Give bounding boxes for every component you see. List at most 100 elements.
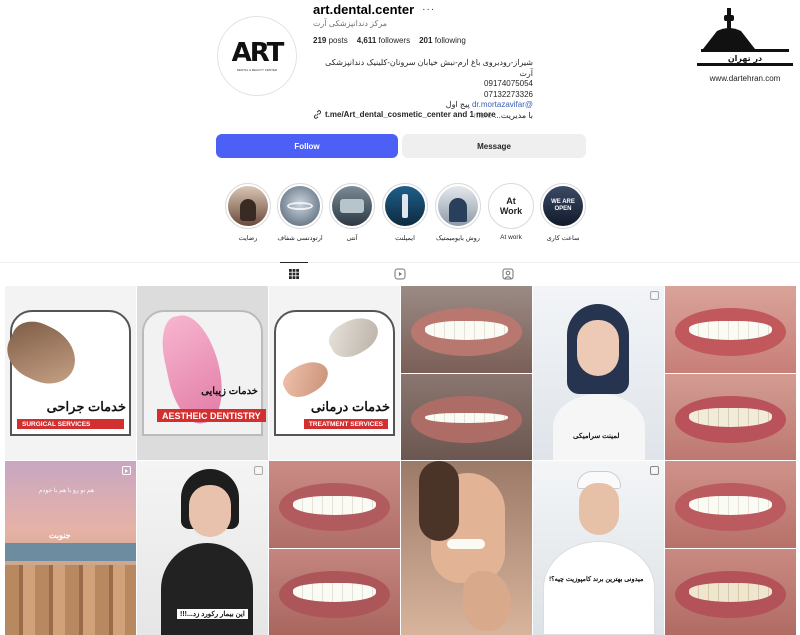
profile-category: مرکز دندانپزشکی آرت (313, 19, 388, 28)
teeth-image (447, 539, 485, 549)
site-watermark: در تهران www.dartehran.com (697, 5, 793, 83)
tab-reels[interactable] (394, 267, 408, 281)
post-smile-before-after[interactable] (401, 286, 532, 460)
profile-username: art.dental.center (313, 2, 415, 17)
highlight-label: At work (500, 234, 522, 241)
smile-photo-bottom (269, 548, 400, 635)
post-service-bar: SURGICAL SERVICES (17, 419, 124, 429)
hand-image (463, 571, 511, 631)
reel-icon (650, 291, 659, 300)
post-composite-brand[interactable]: میدونی بهترین برند کامپوزیت چیه؟! (533, 461, 664, 635)
equipment-image (340, 199, 364, 213)
ellipsis-icon[interactable]: ··· (422, 4, 435, 15)
highlight-label: آنتی (346, 235, 358, 242)
highlight-satisfaction[interactable]: رضایت (221, 183, 275, 242)
message-button[interactable]: Message (402, 134, 586, 158)
profile-link-text[interactable]: t.me/Art_dental_cosmetic_center and 1 mo… (325, 110, 496, 119)
profile-stats: 219 posts 4,611 followers 201 following (313, 36, 466, 45)
sea-image (5, 543, 136, 561)
watermark-logo-text: در تهران (728, 54, 762, 63)
post-treatment-services[interactable]: خدمات درمانی TREATMENT SERVICES (269, 286, 400, 460)
highlight-working-hours[interactable]: WE ARE OPEN ساعت کاری (536, 183, 590, 242)
profile-avatar[interactable]: ART DENTAL & BEAUTY CENTER (217, 16, 297, 96)
post-caption: لمینت سرامیکی (573, 433, 620, 440)
profile-link[interactable]: t.me/Art_dental_cosmetic_center and 1 mo… (313, 110, 496, 119)
posts-stat: 219 posts (313, 36, 348, 45)
bio-mention-link[interactable]: dr.mortazavifar@ (472, 100, 533, 109)
avatar-logo-mark: ART (231, 38, 285, 68)
highlight-label: ارتودنسی شفاف (277, 235, 323, 242)
bio-phone-1: 09174075054 (484, 79, 533, 88)
highlight-clear-aligners[interactable]: ارتودنسی شفاف (273, 183, 327, 242)
follow-button[interactable]: Follow (216, 134, 398, 158)
tab-tagged[interactable] (502, 267, 516, 281)
bio-management: ...با مدیریت (494, 110, 533, 120)
followers-stat[interactable]: 4,611 followers (357, 36, 410, 45)
post-service-bar: TREATMENT SERVICES (303, 419, 388, 429)
post-smile-comparison[interactable] (269, 461, 400, 635)
reel-icon (122, 466, 131, 475)
person-face (577, 320, 619, 376)
highlight-anti[interactable]: آنتی (325, 183, 379, 242)
person-coat (553, 394, 645, 460)
post-top-text: هم تو رو با هم با خودم (39, 488, 95, 494)
post-title: خدمات زیبایی (201, 386, 258, 397)
reel-icon (254, 466, 263, 475)
aligner-image (287, 202, 313, 210)
highlight-label: ایمپلنت (395, 235, 415, 242)
highlight-label: روش بایومیمتیک (436, 235, 480, 242)
active-tab-indicator (280, 262, 308, 263)
smile-photo-bottom (401, 373, 532, 460)
post-service-bar: AESTHEIC DENTISTRY (157, 409, 266, 422)
post-smile-closeup[interactable] (665, 286, 796, 460)
highlight-at-work[interactable]: At Work At work (484, 183, 538, 241)
username-row: art.dental.center ··· (313, 2, 435, 17)
smile-photo-top (665, 461, 796, 548)
profile-tabs (0, 262, 800, 284)
milad-tower-logo: در تهران (697, 8, 793, 66)
post-cosmetic-services[interactable]: خدمات زیبایی AESTHEIC DENTISTRY (137, 286, 268, 460)
post-title: خدمات جراحی (46, 399, 126, 414)
tab-posts[interactable] (288, 267, 302, 281)
watermark-url: www.dartehran.com (709, 74, 781, 83)
smile-photo-top (665, 286, 796, 373)
post-laminate[interactable]: لمینت سرامیکی (533, 286, 664, 460)
smile-photo-top (269, 461, 400, 548)
post-title: خدمات درمانی (310, 399, 390, 414)
smile-photo-bottom (665, 548, 796, 635)
posts-grid: خدمات جراحی SURGICAL SERVICES خدمات زیبا… (5, 286, 796, 635)
avatar-logo-subtitle: DENTAL & BEAUTY CENTER (236, 68, 278, 72)
highlight-biomimetic[interactable]: روش بایومیمتیک (431, 183, 485, 242)
post-caption: این بیمار رکورد زد...!!! (177, 609, 248, 619)
person-face (579, 483, 619, 535)
highlight-implant[interactable]: ایمپلنت (378, 183, 432, 242)
post-caption: میدونی بهترین برند کامپوزیت چیه؟! (549, 576, 644, 583)
bio-mention-line: پیج اول dr.mortazavifar@ (313, 100, 533, 111)
bio-address: شیراز-رودبروی باغ ارم-نبش خیابان سرونان-… (325, 58, 533, 78)
person-face (189, 485, 231, 537)
post-surgical-services[interactable]: خدمات جراحی SURGICAL SERVICES (5, 286, 136, 460)
post-smile-result[interactable] (665, 461, 796, 635)
person-coat (161, 543, 253, 635)
bio-mention-prefix: پیج اول (445, 100, 470, 109)
highlight-label: ساعت کاری (546, 235, 580, 242)
following-stat[interactable]: 201 following (419, 36, 466, 45)
post-travel[interactable]: هم تو رو با هم با خودم جنوبت (5, 461, 136, 635)
highlight-cover-text: WE ARE OPEN (551, 199, 575, 212)
post-caption: جنوبت (49, 531, 71, 540)
reel-icon (650, 466, 659, 475)
implant-image (402, 194, 408, 218)
smile-photo-top (401, 286, 532, 373)
post-smiling-woman[interactable] (401, 461, 532, 635)
highlight-person-image (449, 198, 467, 222)
grid-icon (289, 269, 299, 279)
highlight-label: رضایت (238, 235, 258, 242)
highlight-person-image (240, 199, 256, 221)
bio-phone-2: 07132273326 (484, 89, 533, 99)
tagged-icon (502, 268, 514, 280)
reels-icon (394, 268, 406, 280)
link-icon (313, 110, 322, 119)
person-hair (419, 461, 459, 541)
post-patient-record[interactable]: این بیمار رکورد زد...!!! (137, 461, 268, 635)
person-coat (543, 541, 655, 635)
